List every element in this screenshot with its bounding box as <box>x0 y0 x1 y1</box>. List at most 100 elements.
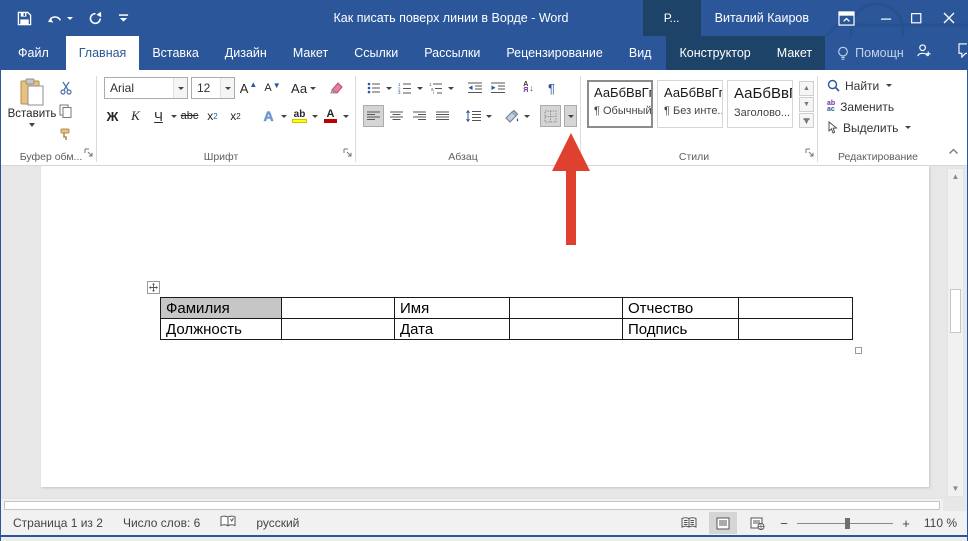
borders-button[interactable] <box>540 105 561 127</box>
share-icon[interactable] <box>916 43 932 63</box>
maximize-button[interactable] <box>901 0 931 36</box>
tab-insert[interactable]: Вставка <box>139 36 211 70</box>
undo-caret-icon[interactable] <box>67 17 73 20</box>
table-cell[interactable] <box>739 319 853 340</box>
clear-formatting-button[interactable] <box>326 77 347 99</box>
horizontal-scroll-thumb[interactable] <box>4 501 940 510</box>
table-cell[interactable]: Должность <box>161 319 282 340</box>
line-spacing-button[interactable] <box>463 105 484 127</box>
tell-me-box[interactable]: Помощн <box>825 36 916 70</box>
bullet-list-caret-icon[interactable] <box>386 87 392 90</box>
minimize-button[interactable] <box>871 0 901 36</box>
show-marks-button[interactable]: ¶ <box>541 77 562 99</box>
styles-more-button[interactable]: ▬▼ <box>799 113 814 128</box>
grow-font-button[interactable]: А▲ <box>238 77 259 99</box>
text-effects-caret-icon[interactable] <box>281 115 287 118</box>
font-dialog-launcher[interactable] <box>343 144 352 162</box>
tab-design[interactable]: Дизайн <box>212 36 280 70</box>
line-spacing-caret-icon[interactable] <box>486 115 492 118</box>
language-indicator[interactable]: русский <box>256 516 299 530</box>
scroll-down-icon[interactable]: ▼ <box>948 481 963 496</box>
zoom-out-button[interactable]: − <box>777 516 791 531</box>
borders-caret-button[interactable] <box>564 105 577 127</box>
highlight-caret-icon[interactable] <box>312 115 318 118</box>
replace-button[interactable]: abac Заменить <box>825 96 935 117</box>
subscript-button[interactable]: x2 <box>202 105 223 127</box>
align-left-button[interactable] <box>363 105 384 127</box>
table-resize-handle[interactable] <box>855 347 862 354</box>
clipboard-dialog-launcher[interactable] <box>84 144 93 162</box>
read-mode-button[interactable] <box>675 512 703 534</box>
tab-table-design[interactable]: Конструктор <box>666 36 763 70</box>
table-cell[interactable] <box>510 298 623 319</box>
change-case-button[interactable]: Аа <box>290 77 317 99</box>
numbered-list-button[interactable]: 123 <box>394 77 415 99</box>
tab-home[interactable]: Главная <box>66 36 140 70</box>
sort-button[interactable]: АЯ ↓ <box>518 77 539 99</box>
page-indicator[interactable]: Страница 1 из 2 <box>13 516 103 530</box>
tab-review[interactable]: Рецензирование <box>493 36 616 70</box>
vertical-scroll-thumb[interactable] <box>950 289 961 333</box>
zoom-level[interactable]: 110 % <box>919 516 961 530</box>
print-layout-button[interactable] <box>709 512 737 534</box>
select-button[interactable]: Выделить <box>825 117 935 138</box>
table-cell[interactable] <box>282 319 395 340</box>
decrease-indent-button[interactable] <box>464 77 485 99</box>
collapse-ribbon-button[interactable] <box>948 142 959 160</box>
tab-table-layout[interactable]: Макет <box>764 36 825 70</box>
styles-scroll-up-button[interactable]: ▲ <box>799 81 814 96</box>
style-card-normal[interactable]: АаБбВвГг, ¶ Обычный <box>587 80 653 128</box>
table-cell[interactable]: Фамилия <box>161 298 282 319</box>
tab-file[interactable]: Файл <box>1 36 66 70</box>
italic-button[interactable]: К <box>125 105 146 127</box>
styles-scroll-down-button[interactable]: ▼ <box>799 97 814 112</box>
table-cell[interactable]: Отчество <box>623 298 739 319</box>
style-card-heading1[interactable]: АаБбВвГг, Заголово... <box>727 80 793 128</box>
text-effects-button[interactable]: А <box>258 105 279 127</box>
table-cell[interactable] <box>282 298 395 319</box>
zoom-in-button[interactable]: + <box>899 516 913 531</box>
find-button[interactable]: Найти <box>825 75 935 96</box>
font-color-caret-icon[interactable] <box>343 115 349 118</box>
align-center-button[interactable] <box>386 105 407 127</box>
save-icon[interactable] <box>17 11 32 26</box>
cut-button[interactable] <box>55 77 76 99</box>
table-cell[interactable]: Подпись <box>623 319 739 340</box>
account-user-name[interactable]: Виталий Каиров <box>715 11 809 25</box>
multilevel-list-button[interactable]: 1ai <box>425 77 446 99</box>
text-highlight-button[interactable]: ab <box>289 105 310 127</box>
zoom-slider[interactable] <box>797 516 893 530</box>
undo-button[interactable] <box>47 12 73 25</box>
underline-caret-icon[interactable] <box>171 115 177 118</box>
font-name-combo[interactable]: Arial <box>104 77 188 99</box>
align-right-button[interactable] <box>409 105 430 127</box>
table-cell[interactable] <box>739 298 853 319</box>
horizontal-scrollbar[interactable] <box>1 498 943 511</box>
numbered-list-caret-icon[interactable] <box>417 87 423 90</box>
increase-indent-button[interactable] <box>487 77 508 99</box>
vertical-scrollbar[interactable]: ▲ ▼ <box>947 168 964 497</box>
table-cell[interactable]: Имя <box>395 298 510 319</box>
document-page[interactable]: Фамилия Имя Отчество Должность Дата Подп… <box>41 166 929 487</box>
strikethrough-button[interactable]: abc <box>179 105 200 127</box>
table-cell[interactable]: Дата <box>395 319 510 340</box>
tab-layout[interactable]: Макет <box>280 36 341 70</box>
comments-icon[interactable] <box>958 43 968 63</box>
web-layout-button[interactable] <box>743 512 771 534</box>
shrink-font-button[interactable]: А▼ <box>262 77 283 99</box>
tab-view[interactable]: Вид <box>616 36 665 70</box>
bullet-list-button[interactable] <box>363 77 384 99</box>
tab-references[interactable]: Ссылки <box>341 36 411 70</box>
scroll-up-icon[interactable]: ▲ <box>948 169 963 184</box>
close-button[interactable] <box>931 0 967 36</box>
table-cell[interactable] <box>510 319 623 340</box>
copy-button[interactable] <box>55 100 76 122</box>
paste-button[interactable]: Вставить <box>9 75 55 147</box>
redo-button[interactable] <box>88 11 103 26</box>
justify-button[interactable] <box>432 105 453 127</box>
zoom-slider-thumb[interactable] <box>845 518 850 529</box>
table-move-handle[interactable] <box>147 281 160 294</box>
font-color-button[interactable]: А <box>320 105 341 127</box>
bold-button[interactable]: Ж <box>102 105 123 127</box>
tab-mailings[interactable]: Рассылки <box>411 36 493 70</box>
